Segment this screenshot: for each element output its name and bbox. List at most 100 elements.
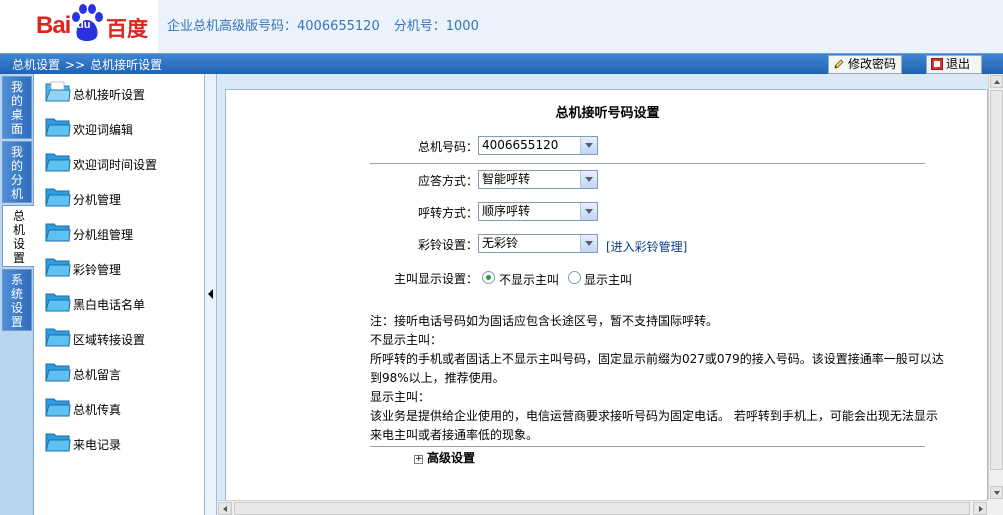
tab-char: 机 xyxy=(12,223,25,237)
note-line: 注：接听电话号码如为固话应包含长途区号，暂不支持国际呼转。 xyxy=(370,314,719,328)
advanced-settings-toggle[interactable]: + 高级设置 xyxy=(414,449,475,466)
menu-item-label: 分机管理 xyxy=(73,193,122,207)
menu-item-label: 来电记录 xyxy=(73,438,122,452)
logo-text-right: 百度 xyxy=(106,17,148,41)
folder-icon xyxy=(45,188,71,207)
ringback-label: 彩铃设置： xyxy=(418,238,479,252)
folder-icon xyxy=(45,223,71,242)
scroll-thumb[interactable] xyxy=(990,90,1003,470)
logout-button[interactable]: 退出 xyxy=(926,55,982,74)
sidebar-splitter[interactable] xyxy=(204,74,217,515)
menu-item-label: 欢迎词编辑 xyxy=(73,123,134,137)
folder-icon xyxy=(45,363,71,382)
vertical-tabs: 我 的 桌 面 我 的 分 机 总 机 设 置 系 统 设 置 xyxy=(0,74,35,515)
settings-panel: 总机接听号码设置 总机号码： 4006655120 应答方式： 智能呼转 呼转方… xyxy=(225,89,988,501)
plan-number: 4006655120 xyxy=(297,19,380,34)
divider xyxy=(370,446,925,447)
menu-item-fax[interactable]: 总机传真 xyxy=(43,392,203,422)
ringback-manage-link[interactable]: [进入彩铃管理] xyxy=(606,238,687,255)
radio-hide-caller[interactable] xyxy=(482,271,495,284)
menu-item-label: 总机留言 xyxy=(73,368,122,382)
menu-item-label: 区域转接设置 xyxy=(73,333,146,347)
tab-char: 的 xyxy=(10,94,23,108)
menu-item-region-forward[interactable]: 区域转接设置 xyxy=(43,322,203,352)
answer-mode-label: 应答方式： xyxy=(418,174,479,188)
forward-mode-value: 顺序呼转 xyxy=(482,204,531,218)
menu-item-label: 分机组管理 xyxy=(73,228,134,242)
tab-char: 的 xyxy=(10,159,23,173)
scroll-up-icon[interactable] xyxy=(990,75,1003,88)
tab-char: 置 xyxy=(10,315,23,329)
menu-item-label: 黑白电话名单 xyxy=(73,298,146,312)
menu-item-ringback-manage[interactable]: 彩铃管理 xyxy=(43,252,203,282)
tab-trunk-settings[interactable]: 总 机 设 置 xyxy=(2,205,35,267)
menu-item-trunk-answer-settings[interactable]: 总机接听设置 xyxy=(43,77,203,107)
forward-mode-label: 呼转方式： xyxy=(418,206,479,220)
logout-label: 退出 xyxy=(946,57,971,71)
radio-hide-caller-label[interactable]: 不显示主叫 xyxy=(499,271,559,288)
scroll-down-icon[interactable] xyxy=(990,486,1003,499)
folder-icon xyxy=(45,153,71,172)
tab-my-desktop[interactable]: 我 的 桌 面 xyxy=(2,76,32,139)
scroll-thumb[interactable] xyxy=(234,502,970,515)
tab-char: 面 xyxy=(10,122,23,136)
change-password-button[interactable]: 修改密码 xyxy=(828,55,902,74)
folder-icon xyxy=(45,433,71,452)
logo-text-mid: du xyxy=(77,19,91,31)
tab-char: 系 xyxy=(10,273,23,287)
expand-plus-icon[interactable]: + xyxy=(414,455,423,464)
chevron-down-icon[interactable] xyxy=(580,203,597,220)
menu-item-welcome-time[interactable]: 欢迎词时间设置 xyxy=(43,147,203,177)
trunk-number-value: 4006655120 xyxy=(482,138,559,152)
note-line: 不显示主叫： xyxy=(370,333,443,347)
horizontal-scrollbar[interactable] xyxy=(217,500,988,515)
chevron-down-icon[interactable] xyxy=(580,235,597,252)
sidebar-menu: 总机接听设置 欢迎词编辑 欢迎词时间设置 分机管理 分机组管理 彩铃管理 黑白电… xyxy=(34,74,204,515)
forward-mode-select[interactable]: 顺序呼转 xyxy=(478,202,598,221)
menu-item-voicemail[interactable]: 总机留言 xyxy=(43,357,203,387)
collapse-arrow-icon[interactable] xyxy=(208,289,213,299)
extension-label: 分机号： xyxy=(393,19,446,34)
ringback-value: 无彩铃 xyxy=(482,236,519,250)
vertical-scrollbar[interactable] xyxy=(988,74,1003,515)
change-password-label: 修改密码 xyxy=(848,57,897,71)
form-title: 总机接听号码设置 xyxy=(555,106,660,121)
trunk-number-select[interactable]: 4006655120 xyxy=(478,136,598,155)
breadcrumb-root[interactable]: 总机设置 xyxy=(12,58,60,72)
divider xyxy=(370,163,925,164)
logout-icon xyxy=(931,58,943,70)
answer-mode-value: 智能呼转 xyxy=(482,172,531,186)
caller-display-label: 主叫显示设置： xyxy=(394,272,479,286)
logo-text-left: Bai xyxy=(36,12,71,39)
menu-item-call-log[interactable]: 来电记录 xyxy=(43,427,203,457)
chevron-down-icon[interactable] xyxy=(580,137,597,154)
folder-icon xyxy=(45,118,71,137)
tab-my-extension[interactable]: 我 的 分 机 xyxy=(2,141,32,203)
baidu-logo: Bai du 百度 xyxy=(0,0,158,53)
radio-show-caller[interactable] xyxy=(568,271,581,284)
tab-char: 机 xyxy=(10,187,23,201)
radio-show-caller-label[interactable]: 显示主叫 xyxy=(584,271,632,288)
answer-mode-select[interactable]: 智能呼转 xyxy=(478,170,598,189)
menu-item-extension-group[interactable]: 分机组管理 xyxy=(43,217,203,247)
breadcrumb-separator: >> xyxy=(65,58,86,72)
nav-bar: 总机设置 >> 总机接听设置 修改密码 退出 xyxy=(0,53,1003,74)
scroll-right-icon[interactable] xyxy=(973,502,987,515)
scroll-left-icon[interactable] xyxy=(218,502,232,515)
menu-item-welcome-edit[interactable]: 欢迎词编辑 xyxy=(43,112,203,142)
tab-char: 总 xyxy=(12,209,25,223)
menu-item-black-white-list[interactable]: 黑白电话名单 xyxy=(43,287,203,317)
tab-char: 统 xyxy=(10,287,23,301)
chevron-down-icon[interactable] xyxy=(580,171,597,188)
app-header: Bai du 百度 企业总机高级版号码：4006655120 分机号：1000 xyxy=(0,0,1003,53)
menu-item-label: 欢迎词时间设置 xyxy=(73,158,158,172)
folder-icon xyxy=(45,398,71,417)
menu-item-label: 总机接听设置 xyxy=(73,88,146,102)
tab-system-settings[interactable]: 系 统 设 置 xyxy=(2,269,32,331)
ringback-select[interactable]: 无彩铃 xyxy=(478,234,598,253)
note-line: 显示主叫： xyxy=(370,390,431,404)
folder-icon xyxy=(45,258,71,277)
menu-item-extension-manage[interactable]: 分机管理 xyxy=(43,182,203,212)
tab-char: 设 xyxy=(10,301,23,315)
menu-item-label: 彩铃管理 xyxy=(73,263,122,277)
